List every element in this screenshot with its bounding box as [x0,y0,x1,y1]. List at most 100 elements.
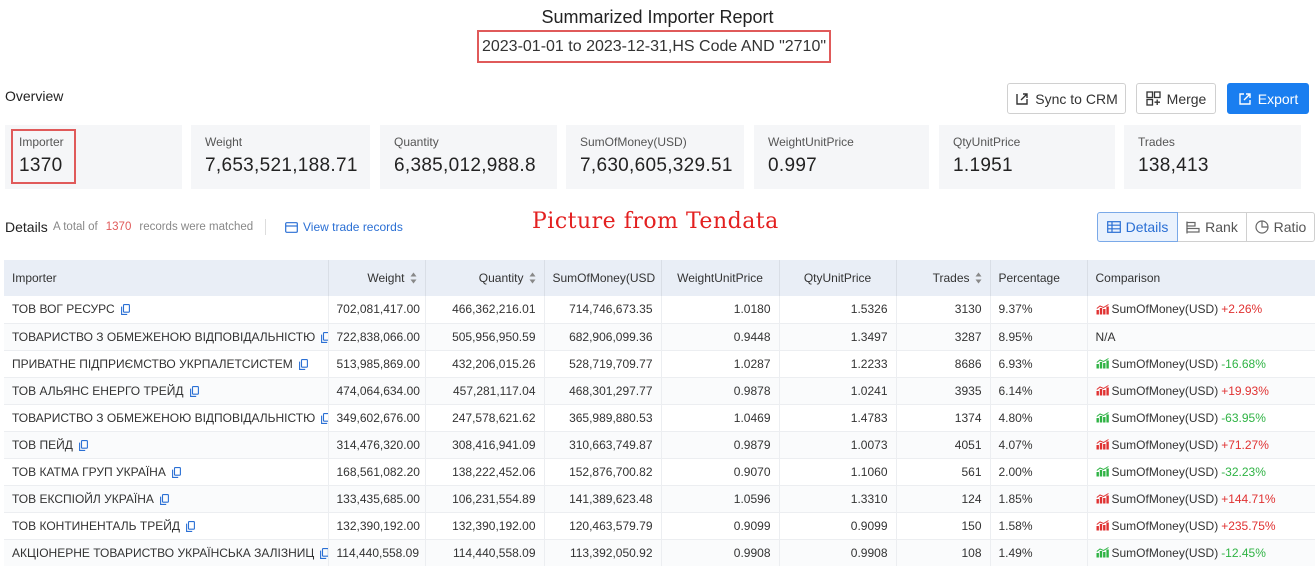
table-row[interactable]: ТОВ КАТМА ГРУП УКРАЇНА 168,561,082.20 138,… [4,458,1315,486]
qty-unit-price-cell: 1.0241 [779,377,897,405]
records-matched-info: A total of 1370 records were matched [53,221,253,233]
quantity-cell: 308,416,941.09 [425,431,545,459]
table-row[interactable]: ТОВ ЕКСПІОЙЛ УКРАЇНА 133,435,685.00 106,23… [4,485,1315,513]
importer-name-cell[interactable]: ТОВ ВОГ РЕСУРС [4,296,329,324]
importer-name-link[interactable]: ТОВ АЛЬЯНС ЕНЕРГО ТРЕЙД [12,384,184,398]
importer-name-cell[interactable]: АКЦІОНЕРНЕ ТОВАРИСТВО УКРАЇНСЬКА ЗАЛІЗНИ… [4,539,329,566]
quantity-cell: 132,390,192.00 [425,512,545,540]
column-header-sum-of-money[interactable]: SumOfMoney(USD [544,260,662,296]
importer-name-cell[interactable]: ТОВ КАТМА ГРУП УКРАЇНА [4,458,329,486]
comparison-cell-wrapper: SumOfMoney(USD) -32.23% [1087,458,1315,486]
importer-name-link[interactable]: ТОВАРИСТВО З ОБМЕЖЕНОЮ ВІДПОВІДАЛЬНІСТЮ [12,330,315,344]
importer-name-cell[interactable]: ТОВ ПЕЙД [4,431,329,459]
importer-table: Importer Weight Quantity SumOfMoney(USD … [4,260,1315,566]
comparison-label: SumOfMoney(USD) [1111,464,1219,479]
copy-icon[interactable] [189,385,199,397]
weight-unit-price-cell: 1.0180 [661,296,780,324]
table-row[interactable]: ТОВ ПЕЙД 314,476,320.00 308,416,941.09 310,… [4,431,1315,459]
stat-label: SumOfMoney(USD) [580,135,687,149]
trades-cell: 561 [896,458,991,486]
percentage-cell: 4.80% [990,404,1088,432]
comparison-cell-wrapper: N/A [1087,323,1315,351]
table-row[interactable]: ТОВАРИСТВО З ОБМЕЖЕНОЮ ВІДПОВІДАЛЬНІСТЮ 3… [4,404,1315,432]
table-row[interactable]: ТОВ ВОГ РЕСУРС 702,081,417.00 466,362,216.… [4,296,1315,324]
view-trade-records-link[interactable]: View trade records [285,220,403,234]
export-button[interactable]: Export [1227,83,1309,114]
importer-name-cell[interactable]: ПРИВАТНЕ ПІДПРИЄМСТВО УКРПАЛЕТСИСТЕМ [4,350,329,378]
column-label: WeightUnitPrice [677,271,763,285]
copy-icon[interactable] [159,493,169,505]
copy-icon[interactable] [171,466,181,478]
trades-cell: 3935 [896,377,991,405]
importer-name-link[interactable]: ПРИВАТНЕ ПІДПРИЄМСТВО УКРПАЛЕТСИСТЕМ [12,357,293,371]
importer-name-link[interactable]: ТОВАРИСТВО З ОБМЕЖЕНОЮ ВІДПОВІДАЛЬНІСТЮ [12,411,315,425]
tab-rank[interactable]: Rank [1177,212,1247,242]
sum-of-money-cell: 528,719,709.77 [544,350,662,378]
column-header-comparison[interactable]: Comparison [1087,260,1315,296]
copy-icon[interactable] [120,304,130,316]
comparison-change: +235.75% [1221,518,1276,533]
column-header-qty-unit-price[interactable]: QtyUnitPrice [779,260,897,296]
trades-cell: 108 [896,539,991,566]
importer-name-link[interactable]: ТОВ ВОГ РЕСУРС [12,302,115,316]
importer-name-cell[interactable]: ТОВАРИСТВО З ОБМЕЖЕНОЮ ВІДПОВІДАЛЬНІСТЮ [4,404,329,432]
importer-name-link[interactable]: ТОВ ЕКСПІОЙЛ УКРАЇНА [12,492,154,506]
qty-unit-price-cell: 1.2233 [779,350,897,378]
comparison-label: SumOfMoney(USD) [1111,491,1219,506]
comparison-label: SumOfMoney(USD) [1111,437,1219,452]
column-header-trades[interactable]: Trades [896,260,991,296]
tab-details[interactable]: Details [1097,212,1178,242]
sort-icon[interactable] [410,272,417,284]
stat-value: 6,385,012,988.8 [394,155,536,176]
column-header-weight[interactable]: Weight [328,260,426,296]
copy-icon[interactable] [320,547,328,559]
table-row[interactable]: ПРИВАТНЕ ПІДПРИЄМСТВО УКРПАЛЕТСИСТЕМ 513,… [4,350,1315,378]
table-row[interactable]: ТОВ АЛЬЯНС ЕНЕРГО ТРЕЙД 474,064,634.00 457… [4,377,1315,405]
copy-icon[interactable] [321,331,328,343]
column-header-percentage[interactable]: Percentage [990,260,1088,296]
sync-to-crm-label: Sync to CRM [1035,90,1118,107]
stat-value: 7,630,605,329.51 [580,155,733,176]
copy-icon[interactable] [298,358,308,370]
sync-to-crm-button[interactable]: Sync to CRM [1007,83,1126,114]
stat-value: 1.1951 [953,155,1013,176]
importer-name-link[interactable]: ТОВ КОНТИНЕНТАЛЬ ТРЕЙД [12,519,180,533]
trades-cell: 1374 [896,404,991,432]
report-criteria: 2023-01-01 to 2023-12-31,HS Code AND "27… [477,30,831,63]
column-header-importer[interactable]: Importer [4,260,329,296]
importer-name-link[interactable]: ТОВ КАТМА ГРУП УКРАЇНА [12,465,166,479]
weight-unit-price-cell: 0.9099 [661,512,780,540]
sum-of-money-cell: 468,301,297.77 [544,377,662,405]
comparison-cell: SumOfMoney(USD) +71.27% [1095,437,1307,452]
importer-name-cell[interactable]: ТОВ ЕКСПІОЙЛ УКРАЇНА [4,485,329,513]
column-header-quantity[interactable]: Quantity [425,260,545,296]
table-row[interactable]: ТОВАРИСТВО З ОБМЕЖЕНОЮ ВІДПОВІДАЛЬНІСТЮ 7… [4,323,1315,351]
merge-button[interactable]: Merge [1136,83,1216,114]
table-row[interactable]: АКЦІОНЕРНЕ ТОВАРИСТВО УКРАЇНСЬКА ЗАЛІЗНИ… [4,539,1315,566]
importer-name-link[interactable]: ТОВ ПЕЙД [12,438,73,452]
report-title: Summarized Importer Report [541,7,774,27]
comparison-cell-wrapper: SumOfMoney(USD) +71.27% [1087,431,1315,459]
importer-name-cell[interactable]: ТОВ АЛЬЯНС ЕНЕРГО ТРЕЙД [4,377,329,405]
sort-icon[interactable] [975,272,982,284]
copy-icon[interactable] [78,439,88,451]
importer-name-cell[interactable]: ТОВАРИСТВО З ОБМЕЖЕНОЮ ВІДПОВІДАЛЬНІСТЮ [4,323,329,351]
copy-icon[interactable] [186,520,195,532]
trades-cell: 8686 [896,350,991,378]
table-row[interactable]: ТОВ КОНТИНЕНТАЛЬ ТРЕЙД 132,390,192.00 132,… [4,512,1315,540]
sort-icon[interactable] [529,272,536,284]
trend-up-icon [1095,385,1109,396]
divider [265,219,266,235]
qty-unit-price-cell: 1.3497 [779,323,897,351]
percentage-cell: 1.49% [990,539,1088,566]
tab-ratio[interactable]: Ratio [1246,212,1315,242]
stat-label: WeightUnitPrice [768,135,854,149]
trend-up-icon [1095,303,1109,315]
weight-cell: 702,081,417.00 [328,296,426,324]
comparison-change: -32.23% [1221,464,1266,479]
importer-name-link[interactable]: АКЦІОНЕРНЕ ТОВАРИСТВО УКРАЇНСЬКА ЗАЛІЗНИ… [12,546,314,560]
importer-name-cell[interactable]: ТОВ КОНТИНЕНТАЛЬ ТРЕЙД [4,512,329,540]
copy-icon[interactable] [321,412,328,424]
column-label: Comparison [1095,271,1161,285]
column-header-weight-unit-price[interactable]: WeightUnitPrice [661,260,780,296]
